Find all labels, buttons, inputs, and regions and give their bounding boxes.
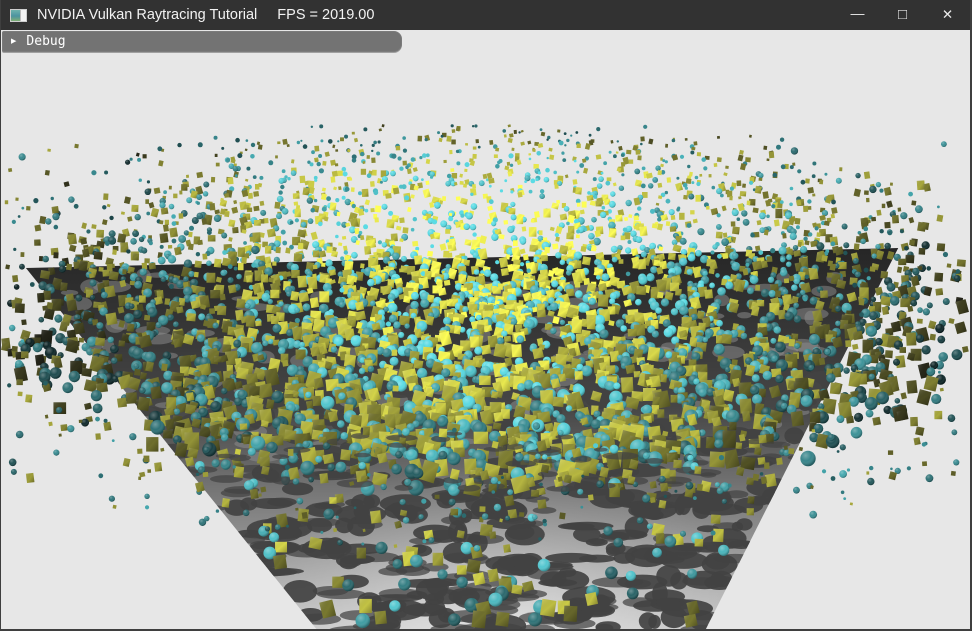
maximize-button[interactable]: □	[880, 0, 925, 30]
debug-header-label: Debug	[26, 34, 65, 49]
app-icon-thumbnail-right	[21, 10, 26, 21]
render-area: ▶ Debug	[1, 30, 970, 629]
app-window: NVIDIA Vulkan Raytracing Tutorial FPS = …	[0, 0, 972, 631]
window-title: NVIDIA Vulkan Raytracing Tutorial	[37, 7, 257, 23]
debug-collapsing-header[interactable]: ▶ Debug	[2, 31, 402, 52]
app-icon	[10, 9, 27, 22]
minimize-button[interactable]: —	[835, 0, 880, 30]
raytraced-viewport[interactable]	[1, 30, 970, 629]
fps-counter: FPS = 2019.00	[277, 7, 374, 23]
chevron-right-icon: ▶	[11, 36, 16, 46]
close-icon: ✕	[942, 7, 953, 23]
title-bar: NVIDIA Vulkan Raytracing Tutorial FPS = …	[1, 0, 970, 30]
maximize-icon: □	[898, 6, 907, 23]
close-button[interactable]: ✕	[925, 0, 970, 30]
app-icon-thumbnail-left	[11, 10, 21, 21]
minimize-icon: —	[851, 5, 865, 21]
